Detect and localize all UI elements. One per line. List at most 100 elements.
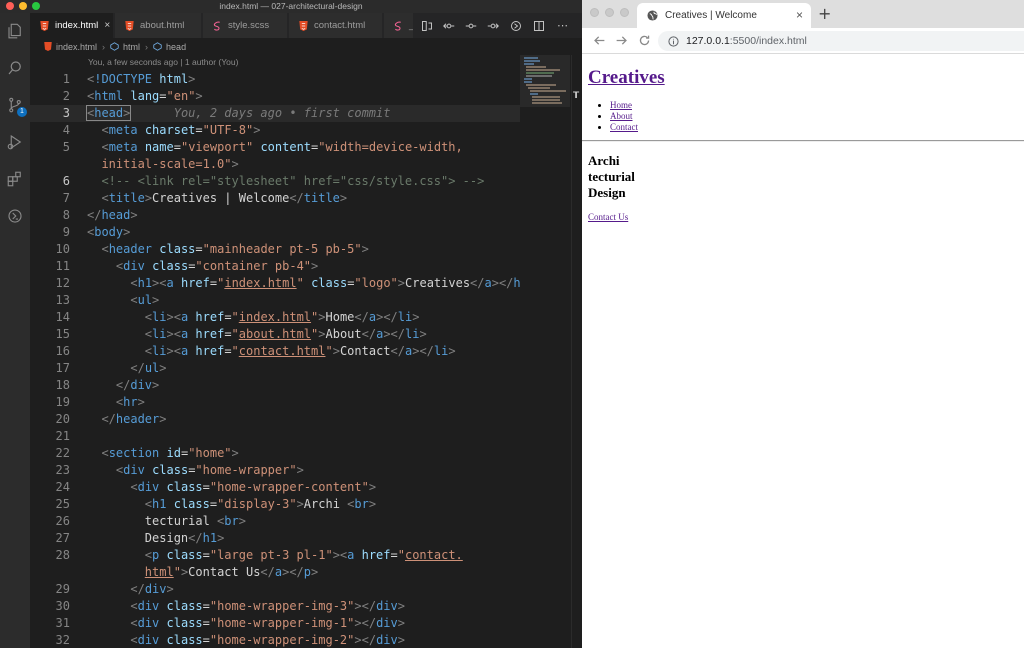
code-line: 14 <li><a href="index.html">Home</a></li… bbox=[55, 310, 420, 324]
code-line: 29 </div> bbox=[55, 582, 174, 596]
hero-heading: Archi tecturial Design bbox=[588, 153, 635, 201]
chevron-right-icon: › bbox=[102, 41, 106, 52]
code-area[interactable]: 1 <!DOCTYPE html> 2 <html lang="en"> 3 <hea… bbox=[30, 71, 535, 648]
previous-change-icon[interactable] bbox=[442, 19, 455, 32]
code-line: 26 tecturial <br> bbox=[55, 514, 246, 528]
minimize-window-button[interactable] bbox=[605, 8, 614, 17]
next-change-icon[interactable] bbox=[486, 19, 499, 32]
tab-label: style.scss bbox=[228, 20, 270, 31]
element-icon bbox=[153, 42, 162, 51]
browser-window: Creatives | Welcome × + 127.0.0.1:5500/i… bbox=[582, 0, 1024, 648]
source-control-badge: 1 bbox=[17, 107, 27, 117]
code-line: 18 </div> bbox=[55, 378, 160, 392]
source-control-icon[interactable]: 1 bbox=[5, 95, 27, 117]
breadcrumb: index.html › html › head bbox=[30, 38, 582, 55]
html-file-icon bbox=[44, 42, 52, 51]
minimap-viewport[interactable] bbox=[520, 55, 570, 107]
code-line: 32 <div class="home-wrapper-img-2"></div… bbox=[55, 633, 405, 647]
code-line: 21 bbox=[55, 429, 70, 443]
breadcrumb-head[interactable]: head bbox=[166, 42, 186, 52]
run-debug-icon[interactable] bbox=[5, 132, 25, 152]
code-line: 15 <li><a href="about.html">About</a></l… bbox=[55, 327, 427, 341]
globe-icon bbox=[647, 10, 658, 21]
tab-label: about.html bbox=[140, 20, 185, 31]
open-preview-icon[interactable] bbox=[509, 19, 522, 32]
url-path: :5500/index.html bbox=[729, 35, 807, 47]
code-line-current: 3 <head> You, 2 days ago • first commit bbox=[30, 105, 520, 122]
code-line: 16 <li><a href="contact.html">Contact</a… bbox=[55, 344, 456, 358]
scss-file-icon bbox=[213, 21, 222, 31]
code-line: 30 <div class="home-wrapper-img-3"></div… bbox=[55, 599, 405, 613]
extensions-icon[interactable] bbox=[5, 169, 25, 189]
code-editor-window: index.html — 027-architectural-design 1 … bbox=[0, 0, 582, 648]
code-line: 23 <div class="home-wrapper"> bbox=[55, 463, 304, 477]
site-logo-link[interactable]: Creatives bbox=[588, 67, 665, 89]
code-line: 8 </head> bbox=[62, 208, 138, 222]
code-line: 11 <div class="container pb-4"> bbox=[55, 259, 319, 273]
contact-us-link[interactable]: Contact Us bbox=[588, 212, 628, 222]
hero-line: Design bbox=[588, 185, 626, 200]
tab-contact-html[interactable]: contact.html bbox=[289, 13, 383, 38]
tab-label: contact.html bbox=[314, 20, 366, 31]
split-editor-icon[interactable] bbox=[532, 19, 545, 32]
editor-tab-bar: index.html × about.html style.scss conta… bbox=[30, 13, 582, 38]
breadcrumb-html[interactable]: html bbox=[123, 42, 140, 52]
address-bar[interactable]: 127.0.0.1:5500/index.html bbox=[658, 31, 1024, 51]
editor-titlebar: index.html — 027-architectural-design bbox=[0, 0, 582, 13]
nav-link-contact[interactable]: Contact bbox=[610, 122, 638, 132]
code-line: 24 <div class="home-wrapper-content"> bbox=[55, 480, 377, 494]
code-line: 27 Design</h1> bbox=[55, 531, 225, 545]
tab-about-html[interactable]: about.html bbox=[115, 13, 202, 38]
hero-line: tecturial bbox=[588, 169, 635, 184]
reload-icon[interactable] bbox=[636, 32, 652, 48]
browser-toolbar: 127.0.0.1:5500/index.html bbox=[582, 28, 1024, 54]
scss-file-icon bbox=[394, 21, 403, 31]
editor-scrollbar[interactable] bbox=[571, 55, 582, 648]
html-file-icon bbox=[40, 20, 49, 31]
close-tab-icon[interactable]: × bbox=[104, 20, 110, 31]
code-line: 10 <header class="mainheader pt-5 pb-5"> bbox=[55, 242, 369, 256]
html-file-icon bbox=[299, 20, 308, 31]
code-line: 31 <div class="home-wrapper-img-1"></div… bbox=[55, 616, 405, 630]
hero-line: Archi bbox=[588, 153, 620, 168]
breadcrumb-file[interactable]: index.html bbox=[56, 42, 97, 52]
code-line: 25 <h1 class="display-3">Archi <br> bbox=[55, 497, 377, 511]
search-icon[interactable] bbox=[5, 58, 25, 78]
browser-tab[interactable]: Creatives | Welcome × bbox=[637, 3, 811, 28]
more-actions-icon[interactable]: ⋯ bbox=[556, 19, 569, 32]
forward-arrow-icon[interactable] bbox=[613, 32, 629, 48]
compare-changes-icon[interactable] bbox=[420, 19, 433, 32]
code-line: 6 <!-- <link rel="stylesheet" href="css/… bbox=[62, 174, 485, 188]
git-codelens[interactable]: You, a few seconds ago | 1 author (You) bbox=[88, 57, 238, 67]
divider bbox=[582, 140, 1024, 142]
browser-tabstrip: Creatives | Welcome × + bbox=[582, 0, 1024, 28]
new-tab-button[interactable]: + bbox=[818, 4, 831, 23]
chevron-right-icon: › bbox=[145, 41, 149, 52]
html-file-icon bbox=[125, 20, 134, 31]
list-item: Contact bbox=[596, 122, 638, 133]
code-line: 1 <!DOCTYPE html> bbox=[62, 72, 196, 86]
code-line-wrap: initial-scale=1.0"> bbox=[101, 157, 239, 171]
tab-index-html[interactable]: index.html × bbox=[30, 13, 114, 38]
info-icon[interactable] bbox=[668, 35, 679, 47]
tab-overflow-scss[interactable]: _ bbox=[384, 13, 414, 38]
back-arrow-icon[interactable] bbox=[591, 32, 607, 48]
nav-link-home[interactable]: Home bbox=[610, 100, 632, 110]
nav-link-about[interactable]: About bbox=[610, 111, 633, 121]
browser-tab-title: Creatives | Welcome bbox=[665, 10, 757, 21]
code-line: 9 <body> bbox=[62, 225, 131, 239]
close-tab-icon[interactable]: × bbox=[796, 8, 803, 22]
activity-bar: 1 bbox=[0, 13, 30, 648]
site-nav-list: Home About Contact bbox=[596, 100, 638, 133]
remote-icon[interactable] bbox=[5, 206, 25, 226]
code-line: 20 </header> bbox=[55, 412, 167, 426]
tab-style-scss[interactable]: style.scss bbox=[203, 13, 288, 38]
close-window-button[interactable] bbox=[590, 8, 599, 17]
url-host: 127.0.0.1 bbox=[686, 35, 730, 47]
code-line: 7 <title>Creatives | Welcome</title> bbox=[62, 191, 348, 205]
files-icon[interactable] bbox=[5, 21, 25, 41]
git-commit-icon[interactable] bbox=[464, 19, 477, 32]
text-cursor-icon: 𝗧 bbox=[573, 91, 580, 101]
maximize-window-button[interactable] bbox=[620, 8, 629, 17]
minimap[interactable] bbox=[520, 55, 570, 648]
